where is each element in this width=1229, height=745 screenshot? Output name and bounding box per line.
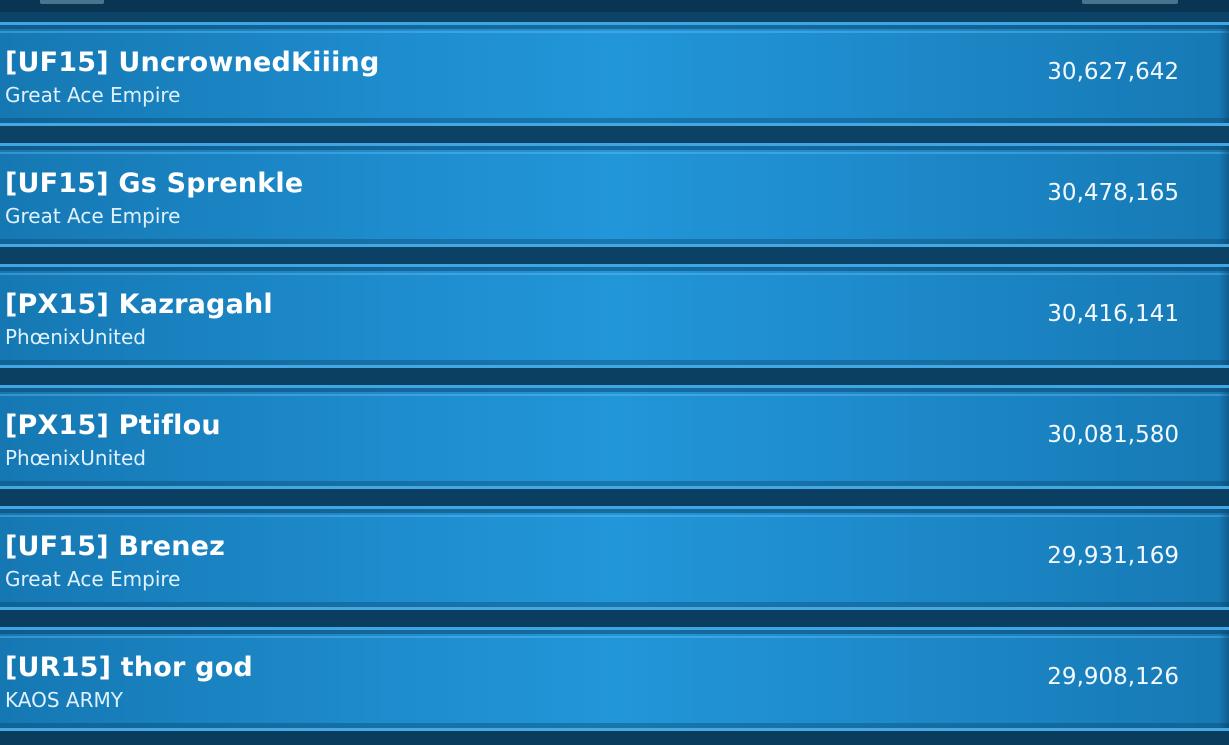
leaderboard-row[interactable]: [UR15] thor god KAOS ARMY 29,908,126 — [0, 627, 1229, 731]
leaderboard-row[interactable]: [PX15] Ptiflou PhœnixUnited 30,081,580 — [0, 385, 1229, 489]
row-edge — [1219, 146, 1229, 244]
row-edge — [1219, 630, 1229, 728]
row-highlight — [0, 515, 1229, 517]
player-name: [UF15] Gs Sprenkle — [5, 168, 304, 199]
player-score: 30,627,642 — [1047, 59, 1179, 85]
player-score: 30,081,580 — [1047, 422, 1179, 448]
alliance-name: Great Ace Empire — [5, 83, 181, 107]
player-score: 30,416,141 — [1047, 301, 1179, 327]
leaderboard-row[interactable]: [UF15] Gs Sprenkle Great Ace Empire 30,4… — [0, 143, 1229, 247]
row-highlight — [0, 152, 1229, 154]
alliance-name: KAOS ARMY — [5, 688, 123, 712]
row-highlight — [0, 636, 1229, 638]
leaderboard-row[interactable]: [PX15] Kazragahl PhœnixUnited 30,416,141 — [0, 264, 1229, 368]
leaderboard-row[interactable]: [UF15] Brenez Great Ace Empire 29,931,16… — [0, 506, 1229, 610]
row-edge — [1219, 267, 1229, 365]
player-name: [PX15] Ptiflou — [5, 410, 221, 441]
row-edge — [1219, 25, 1229, 123]
player-name: [UR15] thor god — [5, 652, 253, 683]
row-edge — [1219, 509, 1229, 607]
player-name: [UF15] UncrownedKiiing — [5, 47, 380, 78]
row-highlight — [0, 394, 1229, 396]
row-highlight — [0, 273, 1229, 275]
row-highlight — [0, 31, 1229, 33]
alliance-name: PhœnixUnited — [5, 446, 146, 470]
leaderboard-list: [UF15] UncrownedKiiing Great Ace Empire … — [0, 0, 1229, 745]
alliance-name: Great Ace Empire — [5, 567, 181, 591]
leaderboard-screen: [UF15] UncrownedKiiing Great Ace Empire … — [0, 0, 1229, 745]
player-name: [UF15] Brenez — [5, 531, 226, 562]
alliance-name: Great Ace Empire — [5, 204, 181, 228]
alliance-name: PhœnixUnited — [5, 325, 146, 349]
player-score: 30,478,165 — [1047, 180, 1179, 206]
row-edge — [1219, 388, 1229, 486]
player-name: [PX15] Kazragahl — [5, 289, 273, 320]
leaderboard-row[interactable]: [UF15] UncrownedKiiing Great Ace Empire … — [0, 22, 1229, 126]
player-score: 29,908,126 — [1047, 664, 1179, 690]
player-score: 29,931,169 — [1047, 543, 1179, 569]
